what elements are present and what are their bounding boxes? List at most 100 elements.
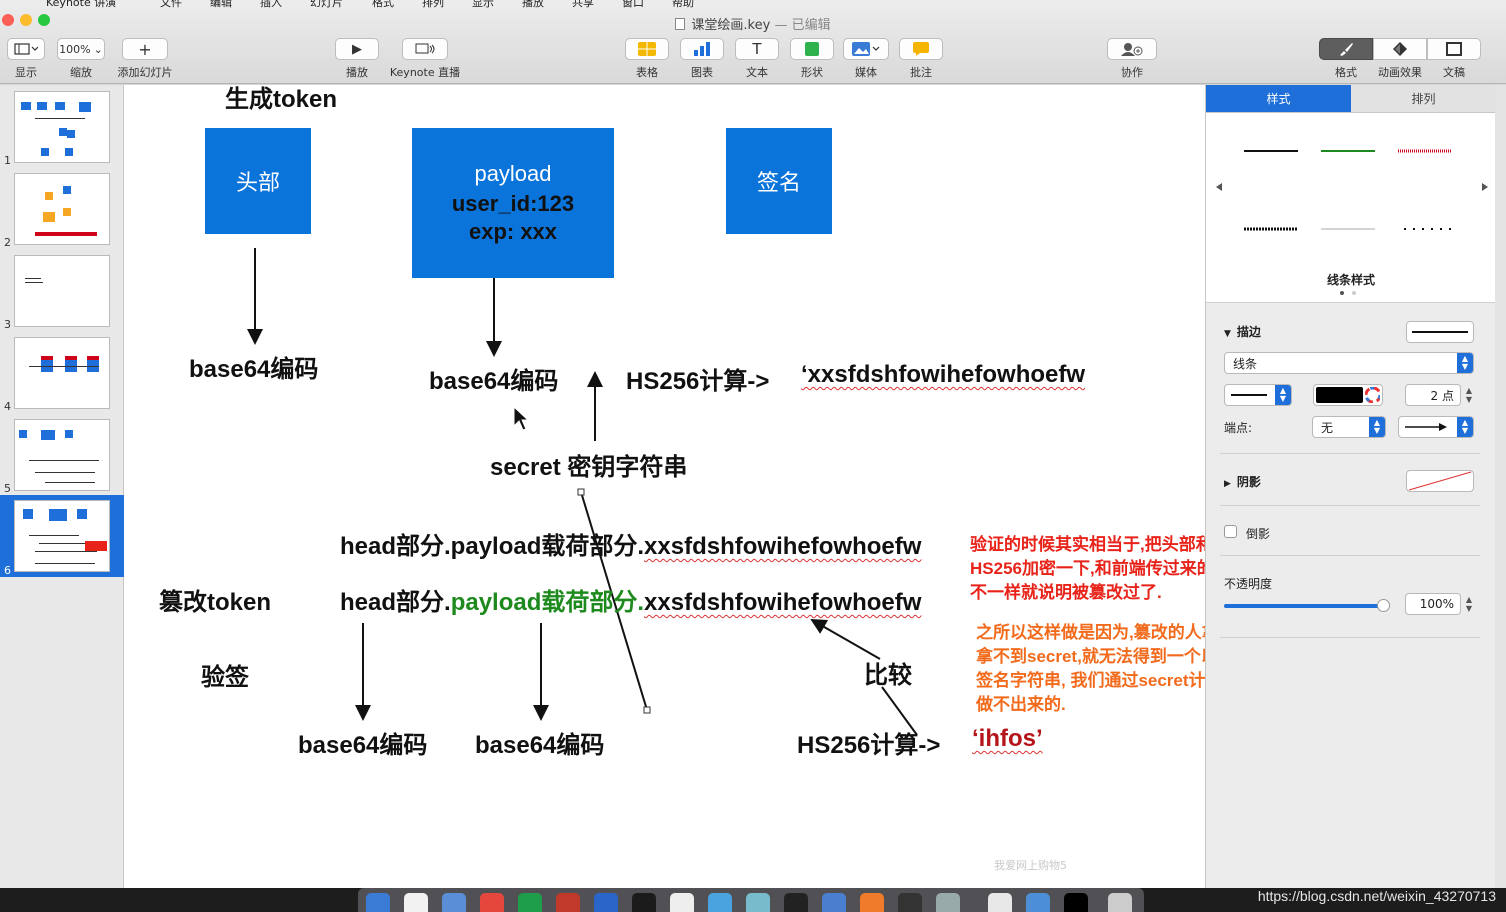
window-dock-icon[interactable] — [1064, 893, 1088, 912]
verify-label[interactable]: 验签 — [201, 657, 249, 692]
chrome-icon[interactable] — [480, 893, 504, 912]
slide-thumbnail-1[interactable]: 1 — [0, 87, 124, 167]
postman-icon[interactable] — [860, 893, 884, 912]
menu-file[interactable]: 文件 — [160, 0, 182, 8]
encode-label-2[interactable]: base64编码 — [429, 361, 558, 396]
compare-label[interactable]: 比较 — [864, 655, 912, 690]
view-button[interactable] — [7, 38, 45, 60]
shape-control[interactable]: 形状 — [789, 38, 835, 80]
add-slide-control[interactable]: + 添加幻灯片 — [112, 38, 178, 80]
pycharm-icon[interactable] — [632, 893, 656, 912]
zoom-select[interactable]: 100% ⌄ — [57, 38, 105, 60]
view-control[interactable]: 显示 — [6, 38, 46, 80]
menu-play[interactable]: 播放 — [522, 0, 544, 8]
keynote-dock-icon[interactable] — [708, 893, 732, 912]
menu-app[interactable]: Keynote 讲演 — [46, 0, 116, 8]
stroke-color-well[interactable] — [1313, 384, 1383, 406]
comment-control[interactable]: 批注 — [898, 38, 944, 80]
window-scrollbar[interactable] — [1495, 85, 1506, 888]
slide-canvas[interactable]: 生成token 头部 payload user_id:123 exp: xxx … — [124, 85, 1205, 888]
screenshot-icon[interactable] — [936, 893, 960, 912]
animate-button[interactable] — [1373, 38, 1427, 60]
keynote-live-control[interactable]: Keynote 直播 — [386, 38, 464, 80]
media-button[interactable] — [843, 38, 889, 60]
shadow-preview[interactable] — [1406, 470, 1474, 492]
collaborate-control[interactable]: 协作 — [1107, 38, 1157, 80]
evernote-icon[interactable] — [518, 893, 542, 912]
document-control[interactable]: 文稿 — [1426, 38, 1482, 80]
tab-arrange[interactable]: 排列 — [1351, 85, 1496, 113]
selection-handle[interactable] — [643, 706, 651, 714]
stroke-type-select[interactable]: 线条 ▲ ▼ — [1224, 352, 1474, 374]
signature-value[interactable]: ‘xxsfdshfowihefowhoefw — [801, 361, 1085, 389]
format-button[interactable] — [1319, 38, 1373, 60]
chevron-right-icon[interactable] — [1482, 183, 1488, 191]
fake-signature[interactable]: ‘ihfos’ — [972, 725, 1043, 753]
play-control[interactable]: ▶ 播放 — [334, 38, 380, 80]
vscode-icon[interactable] — [594, 893, 618, 912]
slide-thumbnail-5[interactable]: 5 — [0, 415, 124, 495]
opacity-stepper[interactable]: ▲ ▼ — [1464, 593, 1474, 615]
slide-thumbnail-2[interactable]: 2 — [0, 169, 124, 249]
hs256-label-2[interactable]: HS256计算-> — [797, 725, 940, 760]
keynote-live-button[interactable] — [402, 38, 448, 60]
folder-icon[interactable] — [1026, 893, 1050, 912]
navicat-icon[interactable] — [822, 893, 846, 912]
encode-label-3[interactable]: base64编码 — [298, 725, 427, 760]
terminal-icon[interactable] — [784, 893, 808, 912]
reflection-checkbox[interactable] — [1224, 525, 1237, 538]
menu-edit[interactable]: 编辑 — [210, 0, 232, 8]
stroke-section-toggle[interactable]: ▼ 描边 — [1224, 323, 1261, 340]
page-dot[interactable] — [1340, 291, 1344, 295]
shadow-section-toggle[interactable]: ▶ 阴影 — [1224, 473, 1261, 490]
verification-note[interactable]: 验证的时候其实相当于,把头部和载荷字符串用secret再用 HS256加密一下,… — [970, 533, 1205, 605]
menu-slide[interactable]: 幻灯片 — [310, 0, 343, 8]
opacity-slider-knob[interactable] — [1377, 599, 1390, 612]
trash-icon[interactable] — [1108, 893, 1132, 912]
photos-icon[interactable] — [746, 893, 770, 912]
color-wheel-icon[interactable] — [1364, 387, 1381, 403]
document-dock-icon[interactable] — [988, 893, 1012, 912]
slide-thumbnail-6[interactable]: 6 — [0, 495, 124, 577]
line-pattern-select[interactable]: ▲ ▼ — [1224, 384, 1292, 406]
tab-style[interactable]: 样式 — [1206, 85, 1351, 113]
selection-handle[interactable] — [577, 488, 585, 496]
text-button[interactable]: T — [735, 38, 779, 60]
table-button[interactable] — [625, 38, 669, 60]
table-control[interactable]: 表格 — [624, 38, 670, 80]
stroke-width-input[interactable]: 2 点 — [1405, 384, 1461, 406]
chart-control[interactable]: 图表 — [679, 38, 725, 80]
slide-thumbnail-4[interactable]: 4 — [0, 333, 124, 413]
token-line-1[interactable]: head部分.payload载荷部分.xxsfdshfowihefowhoefw — [340, 526, 921, 561]
opacity-input[interactable]: 100% — [1405, 593, 1461, 615]
endpoint-start-select[interactable]: 无 ▲ ▼ — [1312, 416, 1386, 438]
menu-window[interactable]: 窗口 — [622, 0, 644, 8]
hs256-label-1[interactable]: HS256计算-> — [626, 361, 769, 396]
page-dot[interactable] — [1352, 291, 1356, 295]
reason-note[interactable]: 之所以这样做是因为,篡改的人拿不到后端的secret, 拿不到secret,就无… — [976, 621, 1205, 717]
add-slide-button[interactable]: + — [122, 38, 168, 60]
chart-button[interactable] — [680, 38, 724, 60]
stroke-width-stepper[interactable]: ▲ ▼ — [1464, 384, 1474, 406]
stroke-preview[interactable] — [1406, 321, 1474, 343]
format-control[interactable]: 格式 — [1318, 38, 1374, 80]
endpoint-end-select[interactable]: ▲ ▼ — [1398, 416, 1474, 438]
menu-format[interactable]: 格式 — [372, 0, 394, 8]
text-control[interactable]: T 文本 — [734, 38, 780, 80]
menu-insert[interactable]: 插入 — [260, 0, 282, 8]
menu-arrange[interactable]: 排列 — [422, 0, 444, 8]
chevron-left-icon[interactable] — [1216, 183, 1222, 191]
play-button[interactable]: ▶ — [335, 38, 379, 60]
typora-icon[interactable] — [670, 893, 694, 912]
slide-thumbnail-3[interactable]: 3 — [0, 251, 124, 331]
secret-label[interactable]: secret 密钥字符串 — [490, 447, 687, 482]
media-control[interactable]: 媒体 — [842, 38, 890, 80]
finder-icon[interactable] — [366, 893, 390, 912]
wps-icon[interactable] — [556, 893, 580, 912]
opacity-slider[interactable] — [1224, 599, 1390, 612]
arrow-compare[interactable] — [810, 619, 881, 660]
tamper-token-label[interactable]: 篡改token — [159, 582, 271, 617]
animate-control[interactable]: 动画效果 — [1372, 38, 1428, 80]
menu-help[interactable]: 帮助 — [672, 0, 694, 8]
zoom-control[interactable]: 100% ⌄ 缩放 — [56, 38, 106, 80]
